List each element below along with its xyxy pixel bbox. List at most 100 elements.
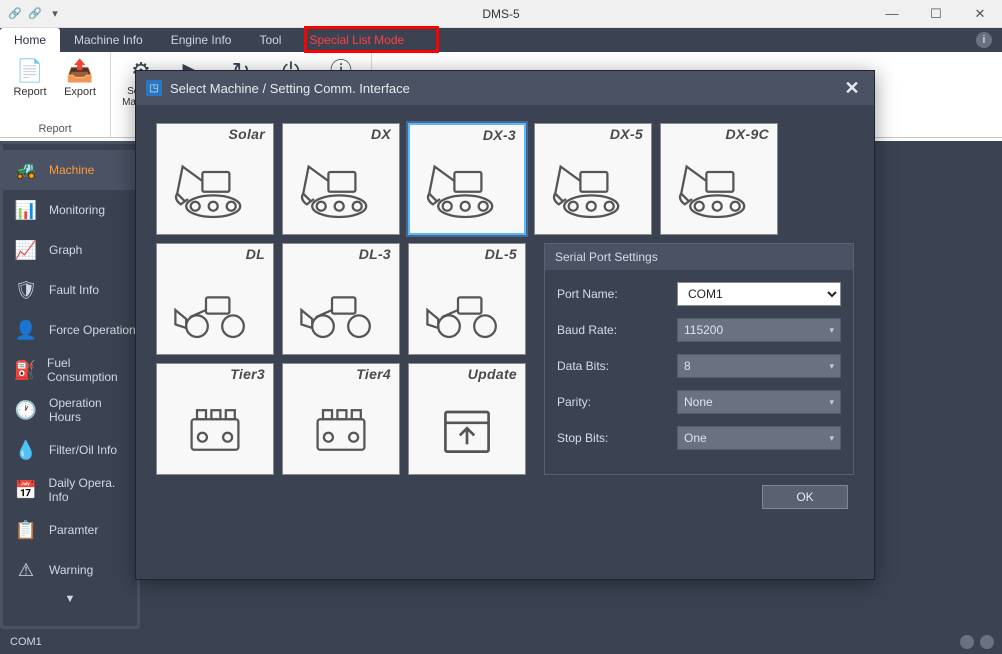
tile-art	[283, 386, 399, 474]
sidebar-item-fuel-consumption[interactable]: ⛽ Fuel Consumption	[3, 350, 137, 390]
sidebar-item-label: Fault Info	[49, 283, 99, 297]
machine-tile-dl[interactable]: DL	[156, 243, 274, 355]
status-port: COM1	[10, 636, 42, 648]
sidebar-item-daily-opera-info[interactable]: 📅 Daily Opera. Info	[3, 470, 137, 510]
export-button[interactable]: 📤 Export	[58, 56, 102, 98]
tab-engine-info[interactable]: Engine Info	[157, 28, 246, 52]
sidebar-item-label: Warning	[49, 563, 93, 577]
port-name-select[interactable]: COM1	[677, 282, 841, 306]
dialog-header: ◳ Select Machine / Setting Comm. Interfa…	[136, 71, 874, 105]
select-machine-dialog: ◳ Select Machine / Setting Comm. Interfa…	[135, 70, 875, 580]
tile-label: Tier3	[157, 364, 273, 386]
tile-art	[157, 146, 273, 234]
minimize-button[interactable]: —	[870, 0, 914, 27]
calendar-icon: 📅	[13, 477, 39, 503]
tile-art	[535, 146, 651, 234]
tab-special-list-mode[interactable]: Special List Mode	[295, 28, 418, 52]
parity-select[interactable]: None	[677, 390, 841, 414]
machine-tiles-row1: SolarDX DX-3 DX-5 DX-9C	[156, 123, 854, 235]
maximize-button[interactable]: ☐	[914, 0, 958, 27]
sidebar-item-label: Filter/Oil Info	[49, 443, 117, 457]
qat-dropdown-icon[interactable]: ▾	[48, 7, 62, 21]
tile-art	[283, 266, 399, 354]
machine-tile-tier3[interactable]: Tier3	[156, 363, 274, 475]
machine-tile-update[interactable]: Update	[408, 363, 526, 475]
tile-art	[661, 146, 777, 234]
tab-home[interactable]: Home	[0, 28, 60, 52]
machine-tile-dx-9c[interactable]: DX-9C	[660, 123, 778, 235]
quick-access-toolbar: 🔗 🔗 ▾	[0, 7, 62, 21]
link-icon[interactable]: 🔗	[8, 7, 22, 21]
data-bits-select[interactable]: 8	[677, 354, 841, 378]
tile-label: DL-3	[283, 244, 399, 266]
sidebar-item-operation-hours[interactable]: 🕐 Operation Hours	[3, 390, 137, 430]
tile-label: DX-3	[410, 125, 524, 147]
ribbon-tabs: Home Machine Info Engine Info Tool Speci…	[0, 28, 1002, 52]
sidebar-item-label: Fuel Consumption	[47, 356, 137, 384]
sidebar-item-filter-oil-info[interactable]: 💧Filter/Oil Info	[3, 430, 137, 470]
sidebar-item-warning[interactable]: ⚠ Warning	[3, 550, 137, 590]
machine-tile-dl-3[interactable]: DL-3	[282, 243, 400, 355]
machine-tile-solar[interactable]: Solar	[156, 123, 274, 235]
machine-tile-dl-5[interactable]: DL-5	[408, 243, 526, 355]
fuel-icon: ⛽	[13, 357, 37, 383]
tile-art	[410, 147, 524, 233]
clock-icon: 🕐	[13, 397, 39, 423]
tab-machine-info[interactable]: Machine Info	[60, 28, 157, 52]
report-button[interactable]: 📄 Report	[8, 56, 52, 98]
sidebar-item-force-operation[interactable]: 👤Force Operation	[3, 310, 137, 350]
warn-icon: ⚠	[13, 557, 39, 583]
report-label: Report	[13, 86, 46, 98]
sidebar-item-fault-info[interactable]: 🛡Fault Info	[3, 270, 137, 310]
stop-bits-select[interactable]: One	[677, 426, 841, 450]
link-broken-icon[interactable]: 🔗	[28, 7, 42, 21]
sidebar-scroll-down[interactable]: ▼	[3, 590, 137, 608]
dialog-footer: OK	[156, 475, 854, 515]
sidebar-item-machine[interactable]: 🚜 Machine	[3, 150, 137, 190]
dialog-icon: ◳	[146, 80, 162, 96]
stop-bits-row: Stop Bits: One	[557, 426, 841, 450]
sidebar-item-label: Machine	[49, 163, 94, 177]
dialog-close-button[interactable]: ✕	[840, 78, 864, 99]
parity-row: Parity: None	[557, 390, 841, 414]
sidebar-item-paramter[interactable]: 📋 Paramter	[3, 510, 137, 550]
baud-rate-row: Baud Rate: 115200	[557, 318, 841, 342]
tile-label: DX-9C	[661, 124, 777, 146]
machine-tile-dx-3[interactable]: DX-3	[408, 123, 526, 235]
machine-tile-dx[interactable]: DX	[282, 123, 400, 235]
report-icon: 📄	[15, 56, 45, 86]
status-bar: COM1	[0, 629, 1002, 654]
tile-label: DX-5	[535, 124, 651, 146]
tile-art	[157, 266, 273, 354]
tab-tool[interactable]: Tool	[245, 28, 295, 52]
parity-label: Parity:	[557, 395, 677, 409]
sidebar-item-monitoring[interactable]: 📊Monitoring	[3, 190, 137, 230]
tile-art	[283, 146, 399, 234]
status-indicators	[960, 635, 994, 649]
close-window-button[interactable]: ✕	[958, 0, 1002, 27]
serial-port-settings-panel: Serial Port Settings Port Name: COM1 Bau…	[544, 243, 854, 475]
machine-tiles-row3: Tier3 Tier4 Update	[156, 363, 526, 475]
user-icon: 👤	[13, 317, 39, 343]
machine-tiles-row2: DL DL-3 DL-5	[156, 243, 526, 355]
baud-rate-select[interactable]: 115200	[677, 318, 841, 342]
ok-button[interactable]: OK	[762, 485, 848, 509]
excavator-icon: 🚜	[13, 157, 39, 183]
tile-label: DL	[157, 244, 273, 266]
dialog-body: SolarDXDX-3DX-5DX-9C DLDL-3DL-5 Tier3Tie…	[136, 105, 874, 579]
ribbon-group-report: 📄 Report 📤 Export Report	[0, 52, 111, 137]
tile-art	[157, 386, 273, 474]
clipboard-icon: 📋	[13, 517, 39, 543]
sidebar-item-label: Operation Hours	[49, 396, 137, 424]
sidebar-item-graph[interactable]: 📈Graph	[3, 230, 137, 270]
sidebar-item-label: Daily Opera. Info	[49, 476, 137, 504]
machine-tile-tier4[interactable]: Tier4	[282, 363, 400, 475]
machine-tile-dx-5[interactable]: DX-5	[534, 123, 652, 235]
stop-bits-label: Stop Bits:	[557, 431, 677, 445]
help-icon[interactable]: i	[976, 32, 992, 48]
tile-label: Tier4	[283, 364, 399, 386]
app-title: DMS-5	[482, 7, 519, 21]
sidebar: 🚜 Machine 📊Monitoring📈Graph🛡Fault Info👤For…	[0, 141, 140, 629]
settings-title: Serial Port Settings	[545, 244, 853, 270]
sidebar-item-label: Paramter	[49, 523, 98, 537]
